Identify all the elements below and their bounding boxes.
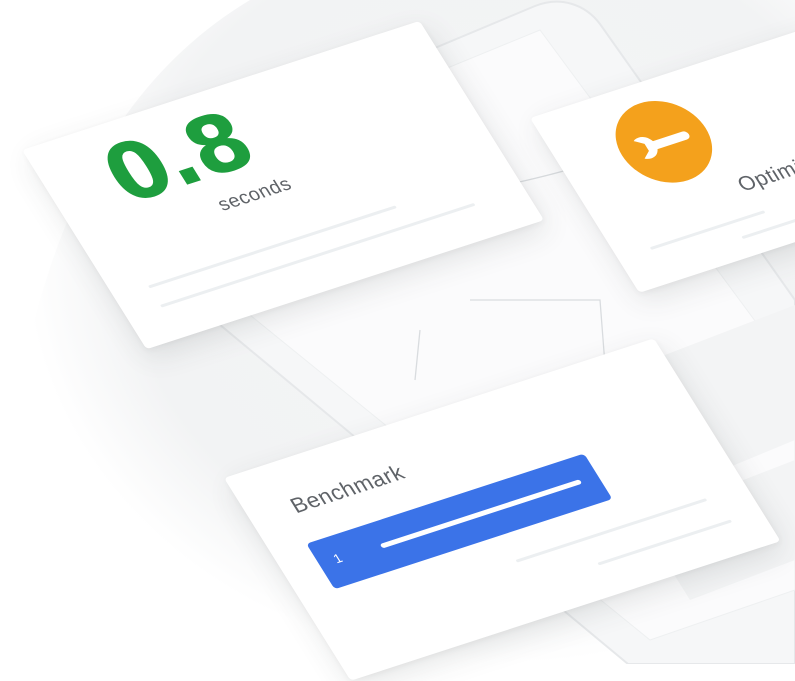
benchmark-card: Benchmark 1 <box>224 338 781 681</box>
optimize-card: Optimize <box>530 25 795 293</box>
benchmark-title: Benchmark <box>285 460 410 518</box>
placeholder-line <box>160 202 476 308</box>
wrench-icon <box>633 131 690 159</box>
placeholder-line <box>147 205 397 289</box>
benchmark-rank: 1 <box>330 550 346 566</box>
wrench-badge <box>597 89 730 194</box>
optimize-label: Optimize <box>733 149 795 197</box>
benchmark-bar-track <box>379 479 583 549</box>
speed-card: 0.8 seconds <box>22 20 545 350</box>
placeholder-line <box>649 210 766 250</box>
